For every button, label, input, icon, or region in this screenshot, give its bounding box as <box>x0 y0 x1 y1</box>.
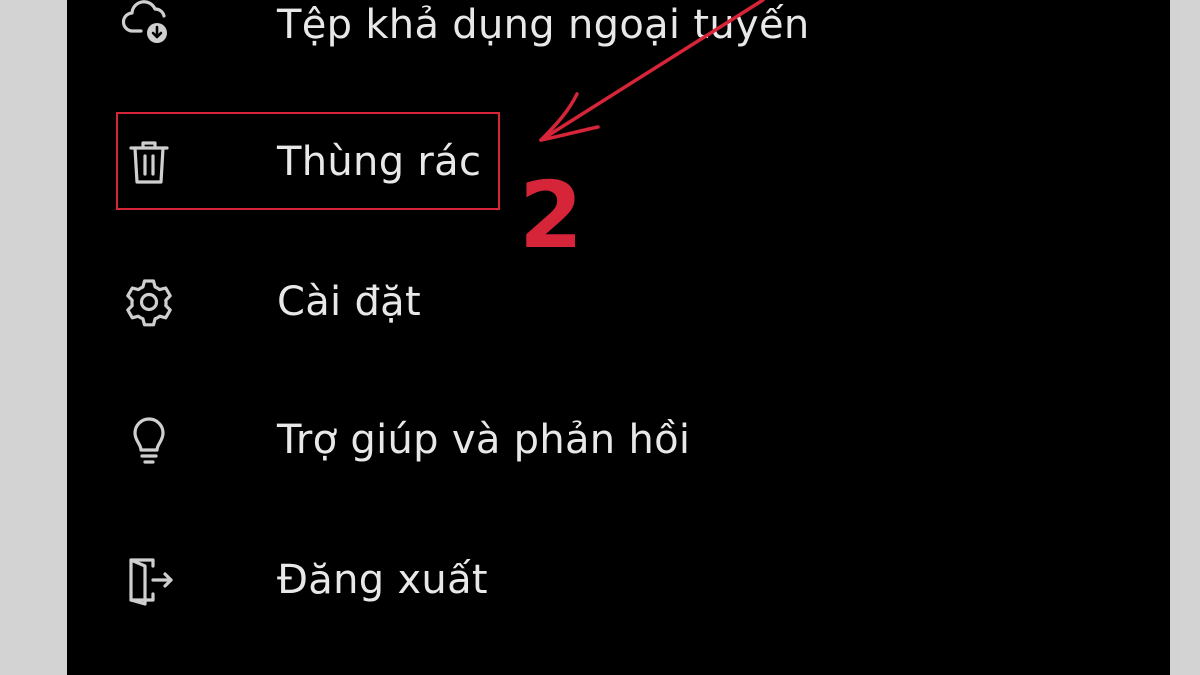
menu-item-label: Tệp khả dụng ngoại tuyến <box>277 2 810 48</box>
menu-item-label: Đăng xuất <box>277 557 488 603</box>
step-number-label: 2 <box>519 162 584 269</box>
menu-item-sign-out[interactable]: Đăng xuất <box>67 550 1170 610</box>
menu-item-label: Cài đặt <box>277 279 421 325</box>
highlight-box <box>116 112 500 210</box>
lightbulb-icon <box>117 408 181 472</box>
menu-item-offline-files[interactable]: Tệp khả dụng ngoại tuyến <box>67 0 1170 55</box>
menu-item-label: Trợ giúp và phản hồi <box>277 417 691 463</box>
gear-icon <box>117 270 181 334</box>
menu-item-settings[interactable]: Cài đặt <box>67 272 1170 332</box>
menu-item-help-feedback[interactable]: Trợ giúp và phản hồi <box>67 410 1170 470</box>
cloud-download-icon <box>117 0 181 57</box>
sign-out-icon <box>117 548 181 612</box>
menu-panel: Tệp khả dụng ngoại tuyến Thùng rác Cài đ… <box>67 0 1170 675</box>
